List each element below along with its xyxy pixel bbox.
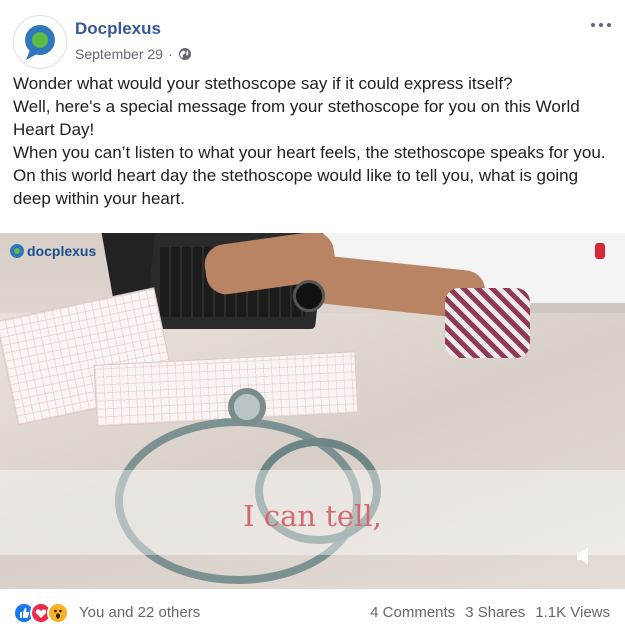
globe-icon[interactable] [178,47,192,61]
page-name-link[interactable]: Docplexus [75,19,161,39]
docplexus-logo-icon [25,25,55,60]
facebook-post: Docplexus September 29 · Wonder what wou… [0,0,625,639]
post-text: Wonder what would your stethoscope say i… [13,72,613,210]
more-options-button[interactable] [591,18,613,32]
meta-separator: · [167,46,173,62]
docplexus-logo-icon [10,244,24,258]
wristwatch [293,280,325,312]
post-meta: September 29 · [75,46,192,62]
wow-icon [47,602,69,624]
dot-icon [599,23,603,27]
stethoscope-chestpiece [228,388,266,426]
post-footer: You and 22 others 4 Comments 3 Shares 1.… [0,589,625,639]
shirt-sleeve [445,288,530,358]
reaction-icons[interactable] [13,602,69,624]
channel-mark-icon [595,243,605,259]
video-watermark: docplexus [10,243,96,259]
views-count: 1.1K Views [535,604,610,621]
shares-count-link[interactable]: 3 Shares [465,604,525,621]
post-paragraph: Wonder what would your stethoscope say i… [13,74,513,93]
dot-icon [607,23,611,27]
video-player[interactable]: I can tell, docplexus [0,233,625,589]
post-paragraph: When you can’t listen to what your heart… [13,143,606,208]
volume-icon[interactable] [575,545,595,567]
reaction-summary-link[interactable]: You and 22 others [79,604,200,621]
watermark-text: docplexus [27,243,97,259]
comments-count-link[interactable]: 4 Comments [370,604,455,621]
post-date-link[interactable]: September 29 [75,46,163,62]
dot-icon [591,23,595,27]
video-caption: I can tell, [243,499,382,533]
post-paragraph: Well, here's a special message from your… [13,97,580,139]
post-stats: 4 Comments 3 Shares 1.1K Views [370,604,610,621]
page-avatar[interactable] [13,15,67,69]
